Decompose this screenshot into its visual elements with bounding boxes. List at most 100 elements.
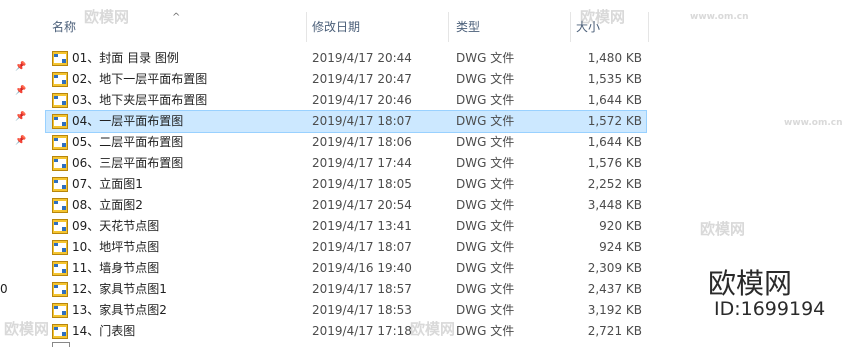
file-name: 06、三层平面布置图 [72,156,184,170]
file-modified-date: 2019/4/17 18:05 [312,177,412,191]
dwg-file-icon [52,72,68,87]
file-row[interactable]: 01、封面 目录 图例 2019/4/17 20:44 DWG 文件 1,480… [44,48,664,69]
file-size: 920 KB [599,219,642,233]
file-type: DWG 文件 [456,51,515,65]
file-modified-date: 2019/4/17 18:07 [312,240,412,254]
file-modified-date: 2019/4/17 20:54 [312,198,412,212]
dwg-file-icon [52,198,68,213]
column-divider[interactable] [448,12,449,42]
dwg-file-icon [52,324,68,339]
file-size: 1,644 KB [587,93,642,107]
file-row[interactable]: 10、地坪节点图 2019/4/17 18:07 DWG 文件 924 KB [44,237,664,258]
file-type: DWG 文件 [456,156,515,170]
file-size: 1,480 KB [587,51,642,65]
file-type: DWG 文件 [456,303,515,317]
file-name: 02、地下一层平面布置图 [72,72,208,86]
column-divider[interactable] [570,12,571,42]
dwg-file-icon [52,219,68,234]
partial-file-icon [52,342,70,347]
file-row[interactable]: 03、地下夹层平面布置图 2019/4/17 20:46 DWG 文件 1,64… [44,90,664,111]
file-name: 04、一层平面布置图 [72,114,184,128]
file-size: 2,252 KB [587,177,642,191]
file-modified-date: 2019/4/17 17:18 [312,324,412,338]
file-row[interactable]: 06、三层平面布置图 2019/4/17 17:44 DWG 文件 1,576 … [44,153,664,174]
column-divider[interactable] [306,12,307,42]
file-row[interactable]: 08、立面图2 2019/4/17 20:54 DWG 文件 3,448 KB [44,195,664,216]
file-type: DWG 文件 [456,282,515,296]
watermark-id: ID:1699194 [714,298,826,320]
file-size: 3,192 KB [587,303,642,317]
file-type: DWG 文件 [456,72,515,86]
pin-icon[interactable]: 📌 [15,112,26,122]
file-row[interactable]: 14、门表图 2019/4/17 17:18 DWG 文件 2,721 KB [44,321,664,342]
dwg-file-icon [52,93,68,108]
file-name: 11、墙身节点图 [72,261,160,275]
file-row[interactable]: 11、墙身节点图 2019/4/16 19:40 DWG 文件 2,309 KB [44,258,664,279]
file-modified-date: 2019/4/17 18:06 [312,135,412,149]
dwg-file-icon [52,177,68,192]
file-type: DWG 文件 [456,324,515,338]
file-type: DWG 文件 [456,219,515,233]
watermark-brand: 欧模网 [708,267,793,300]
file-type: DWG 文件 [456,198,515,212]
file-modified-date: 2019/4/17 20:46 [312,93,412,107]
column-divider[interactable] [648,12,649,42]
column-header-date[interactable]: 修改日期 [312,12,360,42]
file-name: 07、立面图1 [72,177,143,191]
file-modified-date: 2019/4/16 19:40 [312,261,412,275]
pin-icon[interactable]: 📌 [15,62,26,72]
watermark-url: www.om.cn [784,118,843,128]
file-size: 2,437 KB [587,282,642,296]
file-modified-date: 2019/4/17 20:47 [312,72,412,86]
dwg-file-icon [52,303,68,318]
file-type: DWG 文件 [456,261,515,275]
file-size: 2,721 KB [587,324,642,338]
file-modified-date: 2019/4/17 20:44 [312,51,412,65]
file-size: 1,644 KB [587,135,642,149]
file-row[interactable]: 04、一层平面布置图 2019/4/17 18:07 DWG 文件 1,572 … [45,110,647,133]
file-name: 01、封面 目录 图例 [72,51,179,65]
file-row[interactable]: 05、二层平面布置图 2019/4/17 18:06 DWG 文件 1,644 … [44,132,664,153]
column-header-bar: ^ 名称 修改日期 类型 大小 [44,12,847,42]
file-type: DWG 文件 [456,240,515,254]
nav-pane-text-fragment: 0 [0,282,8,296]
file-modified-date: 2019/4/17 18:07 [312,114,412,128]
file-modified-date: 2019/4/17 13:41 [312,219,412,233]
file-size: 1,535 KB [587,72,642,86]
dwg-file-icon [52,156,68,171]
file-type: DWG 文件 [456,114,515,128]
dwg-file-icon [52,135,68,150]
file-name: 08、立面图2 [72,198,143,212]
file-modified-date: 2019/4/17 17:44 [312,156,412,170]
watermark-text: 欧模网 [700,220,746,238]
file-name: 14、门表图 [72,324,136,338]
file-name: 13、家具节点图2 [72,303,167,317]
file-row[interactable]: 13、家具节点图2 2019/4/17 18:53 DWG 文件 3,192 K… [44,300,664,321]
file-type: DWG 文件 [456,135,515,149]
dwg-file-icon [52,282,68,297]
file-row[interactable]: 12、家具节点图1 2019/4/17 18:57 DWG 文件 2,437 K… [44,279,664,300]
column-header-type[interactable]: 类型 [456,12,480,42]
dwg-file-icon [52,240,68,255]
column-header-size[interactable]: 大小 [576,12,600,42]
file-name: 10、地坪节点图 [72,240,160,254]
file-size: 2,309 KB [587,261,642,275]
dwg-file-icon [52,51,68,66]
file-row[interactable]: 07、立面图1 2019/4/17 18:05 DWG 文件 2,252 KB [44,174,664,195]
file-name: 09、天花节点图 [72,219,160,233]
file-type: DWG 文件 [456,93,515,107]
file-size: 1,572 KB [587,114,642,128]
sort-ascending-icon: ^ [172,12,181,23]
file-size: 3,448 KB [587,198,642,212]
file-list: 01、封面 目录 图例 2019/4/17 20:44 DWG 文件 1,480… [44,48,664,342]
pin-icon[interactable]: 📌 [15,86,26,96]
file-modified-date: 2019/4/17 18:57 [312,282,412,296]
file-row[interactable]: 02、地下一层平面布置图 2019/4/17 20:47 DWG 文件 1,53… [44,69,664,90]
file-size: 1,576 KB [587,156,642,170]
file-row[interactable]: 09、天花节点图 2019/4/17 13:41 DWG 文件 920 KB [44,216,664,237]
dwg-file-icon [52,114,68,129]
pin-icon[interactable]: 📌 [15,136,26,146]
file-modified-date: 2019/4/17 18:53 [312,303,412,317]
column-header-name[interactable]: 名称 [52,12,76,42]
file-type: DWG 文件 [456,177,515,191]
